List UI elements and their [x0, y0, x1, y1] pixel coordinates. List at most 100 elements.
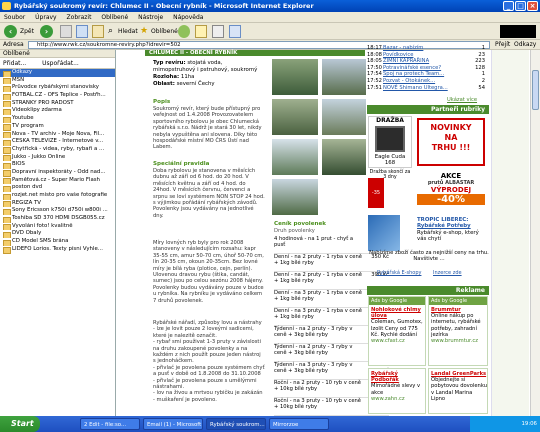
- google-ad-3-title[interactable]: Rybářský Podbořák: [371, 371, 425, 383]
- minimize-button[interactable]: _: [503, 1, 514, 11]
- google-ad-3-url[interactable]: www.zahn.cz: [371, 396, 425, 402]
- topic-title[interactable]: NOVÉ Shimano Ultegra...: [383, 85, 469, 92]
- topic-title[interactable]: Pozvat - Otokánek...: [383, 78, 469, 85]
- photo-pond-3[interactable]: [272, 99, 318, 135]
- favorite-item[interactable]: Chytřická - videa, ryby, rybaři a ...: [0, 146, 115, 154]
- system-tray: 19:06: [470, 416, 540, 432]
- favorite-item[interactable]: ČESKÁ TELEVIZE - Internetové v...: [0, 138, 115, 146]
- price-description: Týdenní - na 3 pruty - 3 ryby v ceně + 3…: [274, 362, 353, 375]
- favorite-item[interactable]: Průvodce rybářskými stanovisky: [0, 84, 115, 93]
- stop-icon[interactable]: [60, 25, 72, 38]
- edit-icon[interactable]: [229, 25, 241, 38]
- forward-arrow-icon[interactable]: ›: [40, 25, 53, 38]
- google-ad-3[interactable]: Rybářský Podbořák Mimořádné slevy v akce…: [368, 368, 426, 414]
- menu-zobrazit[interactable]: Zobrazit: [67, 14, 92, 21]
- auction-ad[interactable]: DRAŽBA Eagle Cuda 168: [368, 116, 412, 168]
- refresh-icon[interactable]: [76, 25, 88, 38]
- news-more-link[interactable]: Ukázat více: [447, 97, 477, 103]
- favorite-item[interactable]: rozjet.net místo pro vaše fotografie: [0, 192, 115, 200]
- google-ad-1-url[interactable]: www.cfast.cz: [371, 338, 425, 344]
- favorite-item[interactable]: LIDEFO Lorios. Texty písní Vyhle...: [0, 246, 115, 254]
- favorite-item[interactable]: Youtube: [0, 115, 115, 123]
- favorites-star-icon[interactable]: ★: [140, 25, 148, 38]
- photo-pond-5[interactable]: [272, 139, 318, 175]
- go-button[interactable]: Přejít: [495, 40, 510, 50]
- menu-soubor[interactable]: Soubor: [4, 14, 25, 21]
- google-ad-1-title[interactable]: Nohlokové chlmy úlova: [371, 307, 425, 319]
- organize-favorites-button[interactable]: Uspořádat...: [42, 60, 79, 67]
- favorite-item[interactable]: TV program: [0, 123, 115, 131]
- favorite-item[interactable]: FOTBAL.CZ - OFS Teplice - Postřh...: [0, 92, 115, 100]
- favorite-item[interactable]: BIOS: [0, 161, 115, 169]
- window-titlebar: Rybářský soukromý revír: Chlumec II - Ob…: [0, 0, 540, 12]
- google-ad-4[interactable]: Landal GreenParks Objednejte si pobytovo…: [428, 368, 488, 414]
- menu-napoveda[interactable]: Nápověda: [173, 14, 203, 21]
- tropic-logo[interactable]: [368, 215, 400, 251]
- favorite-item[interactable]: Videoklipy zdarma: [0, 107, 115, 116]
- photo-pond-1[interactable]: [272, 59, 318, 95]
- photo-pond-4[interactable]: [322, 99, 366, 135]
- back-arrow-icon[interactable]: ‹: [4, 25, 17, 38]
- links-label[interactable]: Odkazy: [514, 40, 536, 50]
- rod-sale-ad[interactable]: AKCE prutů ALBASTAR VÝPRODEJ -40%: [417, 172, 485, 212]
- start-button[interactable]: Start: [0, 416, 40, 432]
- scrollbar-thumb[interactable]: [532, 70, 539, 110]
- home-icon[interactable]: [92, 25, 104, 38]
- favorite-item[interactable]: STRÁNKY PRO RADOST: [0, 100, 115, 108]
- favorite-item[interactable]: REGIZA TV: [0, 200, 115, 208]
- taskbar-item-3[interactable]: Rybářský soukrom...: [206, 418, 266, 430]
- taskbar-item-4[interactable]: Mirrorzoe: [269, 418, 329, 430]
- favorite-item[interactable]: Sony Ericsson k750i d750i w800i ...: [0, 207, 115, 216]
- forum-topic-row[interactable]: 17:52Pozvat - Otokánek... 2: [367, 78, 487, 85]
- favorite-item[interactable]: Toshiba SD 370 HDMI DSGB055.cz: [0, 215, 115, 223]
- media-icon[interactable]: [178, 25, 190, 38]
- forum-topic-row[interactable]: 18:17Bazar - nabízím 1: [367, 45, 487, 52]
- mail-icon[interactable]: [195, 25, 207, 38]
- favorite-item[interactable]: Dopravní inspektoráty - Odd nad...: [0, 169, 115, 177]
- new-products-ad[interactable]: NOVINKY NA TRHU !!!: [417, 118, 485, 166]
- back-button-label[interactable]: Zpět: [20, 25, 34, 38]
- favorite-item[interactable]: Odkazy: [0, 69, 115, 77]
- favorite-item[interactable]: Nova - TV archiv - Moje Nova, Fil...: [0, 131, 115, 139]
- special-rules-text: Doba rybolovu je stanovena v měsících du…: [153, 168, 265, 219]
- photo-pond-2[interactable]: [322, 59, 366, 95]
- maximize-button[interactable]: □: [515, 1, 526, 11]
- google-ad-2-url[interactable]: www.brummtur.cz: [431, 338, 487, 344]
- google-ad-2[interactable]: Ads by Google Brummtur Online nákup po i…: [428, 296, 488, 366]
- taskbar-item-1[interactable]: 2 Edit - file:so...: [80, 418, 140, 430]
- taskbar-item-2[interactable]: Email (1) - Microsoft I...: [143, 418, 203, 430]
- photo-pond-6[interactable]: [322, 139, 366, 175]
- search-button-label[interactable]: Hledat: [118, 25, 138, 38]
- clock[interactable]: 19:06: [521, 421, 537, 427]
- menu-oblibene[interactable]: Oblíbené: [101, 14, 128, 21]
- fishfinder-image: [375, 126, 405, 152]
- favorite-item[interactable]: DVD Obaly: [0, 230, 115, 239]
- partners-eshop-link[interactable]: Rybářská E-shopy: [377, 270, 421, 276]
- price-description: 4 hodinová - na 1 prut - chyť a pusť: [274, 236, 354, 249]
- favorite-item[interactable]: CD Model SMS brána: [0, 238, 115, 246]
- print-icon[interactable]: [212, 25, 224, 38]
- add-favorite-button[interactable]: Přidat...: [3, 60, 26, 67]
- sidebar-title: Oblíbené: [0, 50, 115, 58]
- favorite-item[interactable]: Paměťová.cz - Super Mario Flash: [0, 177, 115, 185]
- menu-upravy[interactable]: Úpravy: [35, 14, 56, 21]
- tropic-ad[interactable]: TROPIC LIBEREC: Rybářské Potřeby Rybářsk…: [417, 217, 489, 243]
- price-description: Týdenní - na 2 pruty - 3 ryby v ceně + 3…: [274, 326, 353, 339]
- google-ad-1[interactable]: Ads by Google Nohlokové chlmy úlova Cole…: [368, 296, 426, 366]
- page-header: CHLUMEC II - OBECNÍ RYBNÍK: [145, 50, 365, 56]
- favorite-item[interactable]: poston dvd: [0, 184, 115, 192]
- forum-topic-row[interactable]: 17:51NOVÉ Shimano Ultegra... 54: [367, 85, 487, 92]
- close-button[interactable]: ×: [527, 1, 538, 11]
- menu-nastroje[interactable]: Nástroje: [138, 14, 163, 21]
- photo-pond-7[interactable]: [272, 179, 318, 215]
- page-scrollbar[interactable]: [530, 50, 540, 416]
- favorite-item[interactable]: MSN: [0, 77, 115, 85]
- search-icon[interactable]: ⌕: [108, 25, 113, 38]
- advertise-link[interactable]: Inzerce zde: [433, 270, 462, 276]
- address-label: Adresa: [3, 41, 24, 48]
- limits-text: Míry lovných ryb byly pro rok 2008 stano…: [153, 240, 264, 304]
- topic-title[interactable]: Bazar - nabízím: [383, 45, 469, 52]
- favorites-button-label[interactable]: Oblíbené: [151, 25, 178, 38]
- favorite-item[interactable]: Vyvolání foto! kvalitně: [0, 223, 115, 231]
- favorite-item[interactable]: Jukko - Jukko Online: [0, 154, 115, 162]
